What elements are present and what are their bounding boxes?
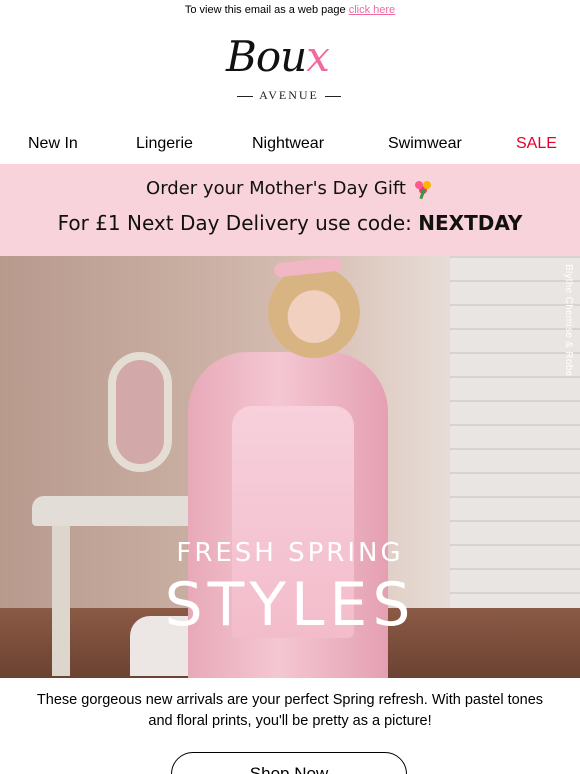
- promo-code-line: For £1 Next Day Delivery use code: NEXTD…: [57, 211, 523, 235]
- logo-wordmark: Boux: [226, 32, 330, 81]
- nav-item-lingerie[interactable]: Lingerie: [136, 135, 193, 153]
- body-copy: These gorgeous new arrivals are your per…: [36, 692, 544, 729]
- brand-logo[interactable]: Boux AVENUE: [218, 32, 360, 108]
- nav-item-new-in[interactable]: New In: [28, 135, 78, 153]
- bouquet-icon: [412, 179, 434, 199]
- hero-title-small: FRESH SPRING: [176, 538, 404, 568]
- view-web-link[interactable]: click here: [349, 4, 395, 16]
- shop-now-button[interactable]: Shop Now: [171, 752, 407, 774]
- product-caption: Blythe Chemise & Robe: [563, 264, 574, 377]
- promo-code: NEXTDAY: [418, 211, 523, 235]
- logo-subtitle: AVENUE: [218, 88, 360, 103]
- nav-item-swimwear[interactable]: Swimwear: [388, 135, 462, 153]
- hero-image[interactable]: Blythe Chemise & Robe FRESH SPRING STYLE…: [0, 256, 580, 678]
- main-nav: New In Lingerie Nightwear Swimwear SALE: [0, 135, 580, 155]
- model-head: [268, 266, 360, 358]
- preheader-text: To view this email as a web page: [184, 4, 346, 16]
- nav-item-sale[interactable]: SALE: [516, 135, 557, 153]
- preheader: To view this email as a web page click h…: [0, 4, 580, 16]
- hero-title-large: STYLES: [164, 570, 416, 640]
- vanity-mirror: [108, 352, 172, 472]
- promo-headline: Order your Mother's Day Gift: [0, 178, 580, 199]
- promo-banner[interactable]: Order your Mother's Day Gift For £1 Next…: [0, 164, 580, 256]
- nav-item-nightwear[interactable]: Nightwear: [252, 135, 324, 153]
